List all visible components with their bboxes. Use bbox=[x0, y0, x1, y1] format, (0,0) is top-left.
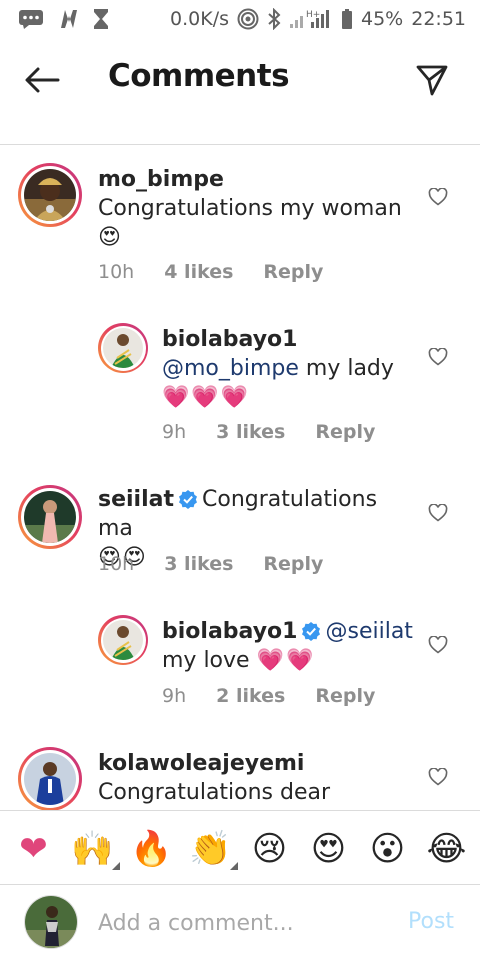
previous-comment-fragment bbox=[100, 112, 220, 120]
mention-link[interactable]: @mo_bimpe bbox=[162, 356, 299, 381]
quick-emoji-bar: ❤ 🙌 🔥 👏 😢 😍 😮 😂 bbox=[0, 820, 480, 878]
hotspot-icon bbox=[237, 8, 259, 30]
comment-likes[interactable]: 3 likes bbox=[216, 421, 285, 443]
verified-badge-icon bbox=[302, 622, 321, 641]
comment-text: biolabayo1 @seiilat my love 💗💗 bbox=[162, 617, 422, 675]
network-speed: 0.0K/s bbox=[170, 8, 229, 30]
comment-meta: 9h 2 likes Reply bbox=[162, 685, 375, 707]
like-button[interactable] bbox=[426, 185, 450, 209]
status-bar: 0.0K/s H+ 45% 22:51 bbox=[0, 0, 480, 38]
arrow-left-icon bbox=[25, 67, 60, 93]
avatar[interactable] bbox=[98, 615, 148, 665]
comment-item: seiilat Congratulations ma 😍😍 10h 3 likes… bbox=[0, 481, 480, 601]
skin-tone-indicator bbox=[229, 862, 238, 870]
comment-input[interactable] bbox=[98, 903, 388, 943]
emoji-crying-button[interactable]: 😢 bbox=[247, 826, 293, 872]
avatar[interactable] bbox=[18, 485, 82, 549]
comment-time: 9h bbox=[162, 685, 187, 707]
post-button[interactable]: Post bbox=[408, 909, 454, 934]
like-button[interactable] bbox=[426, 345, 450, 369]
avatar[interactable] bbox=[98, 323, 148, 373]
reply-button[interactable]: Reply bbox=[315, 685, 375, 707]
comment-message: my love bbox=[162, 648, 250, 673]
comment-emojis: 😍 bbox=[98, 225, 123, 250]
paper-plane-icon bbox=[416, 65, 448, 96]
comment-item: mo_bimpe Congratulations my woman 😍 10h … bbox=[0, 161, 480, 311]
comment-meta: 9h 3 likes Reply bbox=[162, 421, 375, 443]
like-button[interactable] bbox=[426, 633, 450, 657]
avatar[interactable] bbox=[18, 163, 82, 227]
heart-outline-icon bbox=[428, 504, 448, 522]
clock: 22:51 bbox=[411, 8, 466, 30]
skin-tone-indicator bbox=[111, 862, 120, 870]
battery-icon bbox=[341, 8, 353, 30]
comment-username[interactable]: seiilat bbox=[98, 487, 174, 512]
emoji-laughing-button[interactable]: 😂 bbox=[424, 826, 470, 872]
comment-username[interactable]: biolabayo1 bbox=[162, 619, 297, 644]
like-button[interactable] bbox=[426, 765, 450, 789]
bluetooth-icon bbox=[267, 8, 281, 30]
emoji-fire-button[interactable]: 🔥 bbox=[129, 826, 175, 872]
comment-text: kolawoleajeyemi Congratulations dear bbox=[98, 749, 408, 807]
comment-username[interactable]: kolawoleajeyemi bbox=[98, 751, 304, 776]
comment-item: biolabayo1 @seiilat my love 💗💗 9h 2 likes… bbox=[0, 613, 480, 733]
divider bbox=[0, 810, 480, 811]
reply-button[interactable]: Reply bbox=[315, 421, 375, 443]
reply-button[interactable]: Reply bbox=[263, 553, 323, 575]
comment-time: 10h bbox=[98, 261, 135, 283]
emoji-heart-button[interactable]: ❤ bbox=[11, 826, 57, 872]
reply-button[interactable]: Reply bbox=[263, 261, 323, 283]
comment-emojis: 💗💗💗 bbox=[162, 385, 251, 410]
comment-likes[interactable]: 3 likes bbox=[164, 553, 233, 575]
comment-text: biolabayo1 @mo_bimpe my lady 💗💗💗 bbox=[162, 325, 412, 412]
comment-username[interactable]: biolabayo1 bbox=[162, 327, 297, 352]
nfc-icon bbox=[56, 8, 80, 30]
comment-time: 10h bbox=[98, 553, 135, 575]
heart-outline-icon bbox=[428, 188, 448, 206]
comment-item: biolabayo1 @mo_bimpe my lady 💗💗💗 9h 3 li… bbox=[0, 321, 480, 471]
comment-likes[interactable]: 2 likes bbox=[216, 685, 285, 707]
comment-meta: 10h 4 likes Reply bbox=[98, 261, 323, 283]
heart-outline-icon bbox=[428, 636, 448, 654]
message-icon bbox=[18, 9, 44, 29]
emoji-surprised-button[interactable]: 😮 bbox=[365, 826, 411, 872]
share-button[interactable] bbox=[412, 60, 452, 100]
comment-message: Congratulations dear bbox=[98, 780, 331, 805]
verified-badge-icon bbox=[179, 490, 198, 509]
avatar[interactable] bbox=[18, 747, 82, 810]
page-title: Comments bbox=[108, 58, 290, 94]
comment-message: Congratulations my woman bbox=[98, 196, 402, 221]
comment-text: mo_bimpe Congratulations my woman 😍 bbox=[98, 165, 408, 252]
user-avatar bbox=[24, 895, 78, 949]
signal-icon: H+ bbox=[289, 8, 333, 30]
emoji-clapping-button[interactable]: 👏 bbox=[188, 826, 238, 872]
emoji-heart-eyes-button[interactable]: 😍 bbox=[306, 826, 352, 872]
comment-item: kolawoleajeyemi Congratulations dear bbox=[0, 745, 480, 810]
emoji-raised-hands-button[interactable]: 🙌 bbox=[70, 826, 120, 872]
comment-meta: 10h 3 likes Reply bbox=[98, 553, 323, 575]
comment-likes[interactable]: 4 likes bbox=[164, 261, 233, 283]
comment-list[interactable]: mo_bimpe Congratulations my woman 😍 10h … bbox=[0, 145, 480, 810]
comment-message: my lady bbox=[298, 356, 394, 381]
header: Comments bbox=[0, 40, 480, 120]
comment-time: 9h bbox=[162, 421, 187, 443]
mention-link[interactable]: @seiilat bbox=[325, 619, 412, 644]
battery-level: 45% bbox=[361, 8, 404, 30]
comment-username[interactable]: mo_bimpe bbox=[98, 167, 224, 192]
back-button[interactable] bbox=[22, 60, 62, 100]
heart-outline-icon bbox=[428, 768, 448, 786]
hourglass-icon bbox=[92, 8, 110, 30]
like-button[interactable] bbox=[426, 501, 450, 525]
comment-composer: Post bbox=[0, 885, 480, 960]
comment-emojis: 💗💗 bbox=[256, 648, 316, 673]
heart-outline-icon bbox=[428, 348, 448, 366]
